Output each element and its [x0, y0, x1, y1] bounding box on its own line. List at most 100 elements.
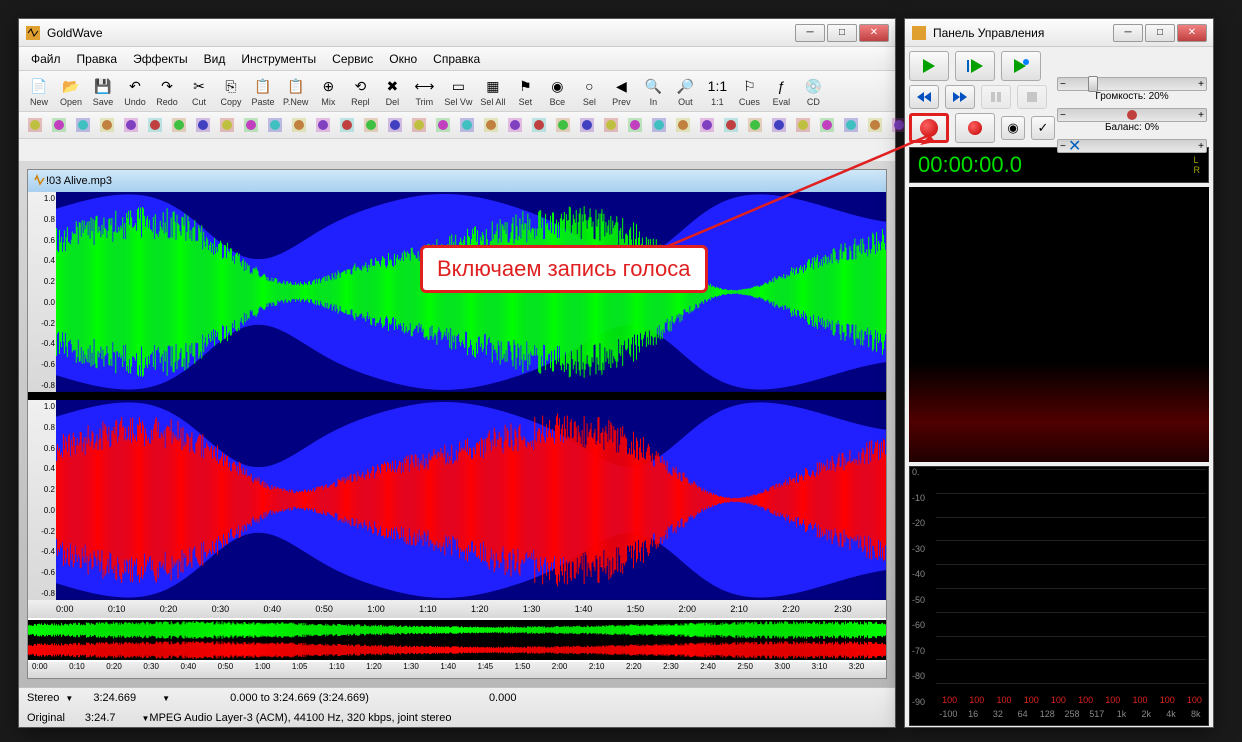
tool-paste[interactable]: 📋Paste: [248, 73, 278, 109]
tool-save[interactable]: 💾Save: [88, 73, 118, 109]
tool-redo[interactable]: ↷Redo: [152, 73, 182, 109]
effect-button-17[interactable]: [432, 114, 454, 136]
annotation-text: Включаем запись голоса: [437, 256, 691, 281]
status-format: MPEG Audio Layer-3 (ACM), 44100 Hz, 320 …: [149, 712, 451, 724]
close-button[interactable]: ✕: [859, 24, 889, 42]
tool-undo[interactable]: ↶Undo: [120, 73, 150, 109]
ctrl-maximize-button[interactable]: □: [1145, 24, 1175, 42]
effect-button-24[interactable]: [600, 114, 622, 136]
main-title: GoldWave: [47, 26, 793, 40]
menu-окно[interactable]: Окно: [381, 49, 425, 69]
length-dropdown[interactable]: ▼: [162, 694, 170, 703]
speed-slider[interactable]: −✕+: [1057, 139, 1207, 153]
tool-repl[interactable]: ⟲Repl: [345, 73, 375, 109]
tool-in[interactable]: 🔍In: [638, 73, 668, 109]
maximize-button[interactable]: □: [827, 24, 857, 42]
menu-вид[interactable]: Вид: [196, 49, 234, 69]
effect-button-7[interactable]: [192, 114, 214, 136]
record-settings-button[interactable]: ◉: [1001, 116, 1025, 140]
play-loop-button[interactable]: [1001, 51, 1041, 81]
effect-button-16[interactable]: [408, 114, 430, 136]
control-icon: [911, 25, 927, 41]
minimize-button[interactable]: ─: [795, 24, 825, 42]
play-selection-button[interactable]: [955, 51, 995, 81]
status-length: 3:24.669: [93, 692, 136, 704]
pause-button[interactable]: [981, 85, 1011, 109]
play-button[interactable]: [909, 51, 949, 81]
tool-out[interactable]: 🔎Out: [670, 73, 700, 109]
status-channels[interactable]: Stereo▼: [27, 692, 73, 704]
effect-button-1[interactable]: [48, 114, 70, 136]
effect-button-14[interactable]: [360, 114, 382, 136]
menu-правка[interactable]: Правка: [69, 49, 126, 69]
tool--[interactable]: ◉Все: [542, 73, 572, 109]
tool-open[interactable]: 📂Open: [56, 73, 86, 109]
control-titlebar[interactable]: Панель Управления ─ □ ✕: [905, 19, 1213, 47]
effect-button-0[interactable]: [24, 114, 46, 136]
right-channel[interactable]: 1.00.80.60.40.20.0-0.2-0.4-0.6-0.8: [28, 400, 886, 600]
rewind-button[interactable]: [909, 85, 939, 109]
record-new-button[interactable]: [955, 113, 995, 143]
tool-cues[interactable]: ⚐Cues: [734, 73, 764, 109]
volume-slider[interactable]: −+: [1057, 77, 1207, 91]
tool-set[interactable]: ⚑Set: [510, 73, 540, 109]
tool-trim[interactable]: ⟷Trim: [409, 73, 439, 109]
ctrl-close-button[interactable]: ✕: [1177, 24, 1207, 42]
menu-справка[interactable]: Справка: [425, 49, 488, 69]
tool-sel[interactable]: ○Sel: [574, 73, 604, 109]
effect-button-8[interactable]: [216, 114, 238, 136]
balance-slider[interactable]: −+: [1057, 108, 1207, 122]
effect-button-23[interactable]: [576, 114, 598, 136]
menu-сервис[interactable]: Сервис: [324, 49, 381, 69]
tool-cd[interactable]: 💿CD: [798, 73, 828, 109]
effect-button-20[interactable]: [504, 114, 526, 136]
record-check-button[interactable]: ✓: [1031, 116, 1055, 140]
effect-button-12[interactable]: [312, 114, 334, 136]
effect-button-18[interactable]: [456, 114, 478, 136]
tool-del[interactable]: ✖Del: [377, 73, 407, 109]
menu-эффекты[interactable]: Эффекты: [125, 49, 196, 69]
effect-button-9[interactable]: [240, 114, 262, 136]
tool-copy[interactable]: ⎘Copy: [216, 73, 246, 109]
tool-p-new[interactable]: 📋P.New: [280, 73, 311, 109]
stop-button[interactable]: [1017, 85, 1047, 109]
effect-button-19[interactable]: [480, 114, 502, 136]
forward-button[interactable]: [945, 85, 975, 109]
tool-cut[interactable]: ✂Cut: [184, 73, 214, 109]
effect-button-3[interactable]: [96, 114, 118, 136]
effect-button-2[interactable]: [72, 114, 94, 136]
format-dropdown[interactable]: ▼: [142, 714, 150, 723]
effect-button-4[interactable]: [120, 114, 142, 136]
spectrum-analyzer: 0.-10-20-30-40-50-60-70-80-90 1001001001…: [909, 466, 1209, 726]
tool-new[interactable]: 📄New: [24, 73, 54, 109]
main-titlebar[interactable]: GoldWave ─ □ ✕: [19, 19, 895, 47]
tool-1-1[interactable]: 1:11:1: [702, 73, 732, 109]
effect-button-6[interactable]: [168, 114, 190, 136]
ctrl-minimize-button[interactable]: ─: [1113, 24, 1143, 42]
effect-button-21[interactable]: [528, 114, 550, 136]
effect-button-11[interactable]: [288, 114, 310, 136]
balance-label: Баланс: 0%: [1057, 122, 1207, 133]
tool-eval[interactable]: ƒEval: [766, 73, 796, 109]
effect-button-15[interactable]: [384, 114, 406, 136]
volume-label: Громкость: 20%: [1057, 91, 1207, 102]
freq-scale-bottom: -1001632641282585171k2k4k8k: [910, 709, 1208, 725]
tool-sel-vw[interactable]: ▭Sel Vw: [441, 73, 475, 109]
effect-button-10[interactable]: [264, 114, 286, 136]
annotation-callout: Включаем запись голоса: [420, 245, 708, 293]
status-pos: 0.000: [489, 692, 517, 704]
tool-mix[interactable]: ⊕Mix: [313, 73, 343, 109]
tool-sel-all[interactable]: ▦Sel All: [477, 73, 508, 109]
overview-waveform[interactable]: [28, 620, 886, 660]
status-dur2: 3:24.7: [85, 712, 116, 724]
menu-инструменты[interactable]: Инструменты: [233, 49, 324, 69]
effect-button-13[interactable]: [336, 114, 358, 136]
menu-файл[interactable]: Файл: [23, 49, 69, 69]
sliders: −+ Громкость: 20% −+ Баланс: 0% −✕+ Скор…: [1057, 77, 1207, 170]
effect-button-5[interactable]: [144, 114, 166, 136]
overview-ruler[interactable]: 0:000:100:200:300:400:501:001:051:101:20…: [28, 662, 886, 678]
effect-button-22[interactable]: [552, 114, 574, 136]
tool-prev[interactable]: ◀Prev: [606, 73, 636, 109]
time-ruler[interactable]: 0:000:100:200:300:400:501:001:101:201:30…: [28, 600, 886, 618]
db-scale: 0.-10-20-30-40-50-60-70-80-90: [912, 467, 936, 707]
